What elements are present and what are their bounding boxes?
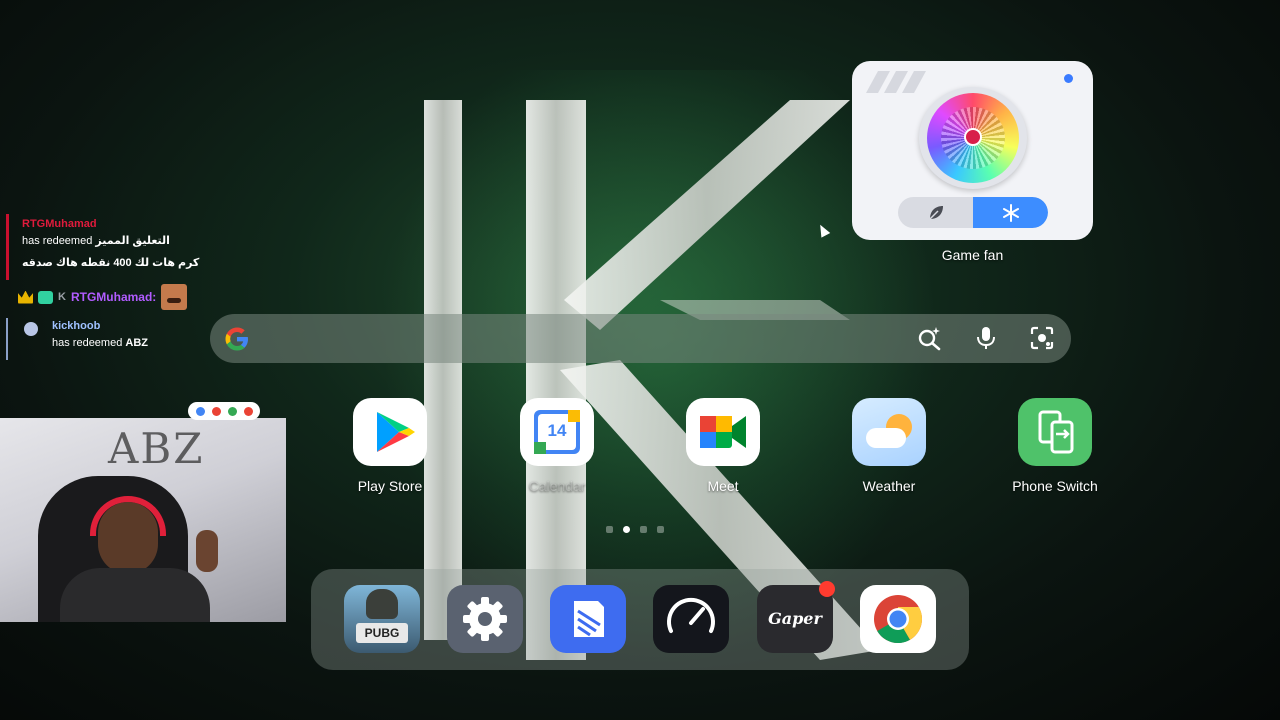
ai-search-icon[interactable] bbox=[917, 325, 943, 351]
widget-label: Game fan bbox=[941, 247, 1004, 263]
chat-text: has redeemed ABZ bbox=[52, 337, 148, 349]
calendar-date: 14 bbox=[547, 421, 567, 440]
app-play-store[interactable]: Play Store bbox=[335, 398, 445, 494]
app-label: Phone Switch bbox=[1012, 478, 1098, 494]
wall-text: ABZ bbox=[108, 424, 205, 473]
meet-icon bbox=[686, 398, 760, 466]
chat-text: كرم هات لك 400 نقطه هاك صدقه bbox=[22, 257, 200, 269]
dock: PUBG Gaper bbox=[311, 569, 969, 670]
leaf-icon bbox=[928, 205, 943, 220]
google-search-bar[interactable] bbox=[210, 314, 1071, 363]
dock-app-files[interactable] bbox=[550, 585, 626, 653]
gear-icon bbox=[463, 597, 507, 641]
page-dot bbox=[640, 526, 647, 533]
game-fan-widget[interactable] bbox=[852, 61, 1093, 240]
files-icon bbox=[574, 601, 604, 637]
app-label: Meet bbox=[707, 478, 739, 494]
chrome-icon bbox=[874, 595, 922, 644]
app-calendar[interactable]: 14 Calendar bbox=[502, 398, 612, 494]
app-label: Play Store bbox=[357, 478, 423, 494]
snowflake-icon bbox=[1002, 203, 1019, 222]
pubg-badge: PUBG bbox=[356, 623, 408, 643]
chat-message: K RTGMuhamad: bbox=[0, 284, 210, 310]
play-store-icon bbox=[353, 398, 427, 466]
status-dot bbox=[1064, 74, 1073, 83]
app-meet[interactable]: Meet bbox=[668, 398, 778, 494]
speedometer-icon bbox=[667, 597, 715, 633]
page-dot-active bbox=[623, 526, 630, 533]
pubg-soldier bbox=[366, 589, 398, 619]
page-indicator bbox=[606, 526, 664, 533]
dock-app-gaper[interactable]: Gaper bbox=[757, 581, 835, 653]
chat-user-initial: K bbox=[58, 291, 66, 303]
gaper-logo: Gaper bbox=[768, 609, 822, 628]
app-label: Weather bbox=[862, 478, 916, 494]
app-label: Calendar bbox=[528, 478, 586, 494]
chat-username: RTGMuhamad bbox=[22, 218, 97, 230]
fan-mode-cool[interactable] bbox=[973, 197, 1048, 228]
stripes-decoration bbox=[866, 71, 926, 93]
stream-chat: RTGMuhamad has redeemed التعليق المميز ك… bbox=[0, 214, 210, 364]
youtube-icon bbox=[243, 406, 253, 416]
chat-message: RTGMuhamad has redeemed التعليق المميز ك… bbox=[0, 214, 210, 280]
chat-text: has redeemed التعليق المميز bbox=[22, 235, 170, 247]
fan-icon bbox=[919, 87, 1027, 189]
streamer-body bbox=[60, 568, 210, 622]
page-dot bbox=[657, 526, 664, 533]
webcam-feed: ABZ bbox=[0, 418, 286, 622]
fan-mode-quiet[interactable] bbox=[898, 197, 973, 228]
dock-app-chrome[interactable] bbox=[860, 585, 936, 653]
chat-message: kickhoob has redeemed ABZ bbox=[0, 318, 210, 360]
dock-app-speedtest[interactable] bbox=[653, 585, 729, 653]
dock-app-pubg[interactable]: PUBG bbox=[344, 585, 420, 653]
chat-avatar-icon bbox=[24, 322, 38, 336]
maps-icon bbox=[227, 406, 237, 416]
phone-switch-icon bbox=[1018, 398, 1092, 466]
chat-username: RTGMuhamad: bbox=[70, 290, 157, 304]
app-phone-switch[interactable]: Phone Switch bbox=[1000, 398, 1110, 494]
sub-badge-icon bbox=[38, 290, 53, 304]
dock-app-settings[interactable] bbox=[447, 585, 523, 653]
microphone-icon[interactable] bbox=[973, 325, 999, 351]
crown-badge-icon bbox=[18, 290, 33, 304]
google-g-icon bbox=[225, 327, 248, 351]
google-apps-pill bbox=[188, 402, 260, 420]
calendar-icon: 14 bbox=[520, 398, 594, 466]
notification-badge bbox=[819, 581, 835, 597]
gmail-icon bbox=[211, 406, 221, 416]
page-dot bbox=[606, 526, 613, 533]
app-weather[interactable]: Weather bbox=[834, 398, 944, 494]
chat-username: kickhoob bbox=[52, 320, 101, 332]
lens-icon[interactable] bbox=[1029, 325, 1055, 351]
google-icon bbox=[195, 406, 205, 416]
streamer-hand bbox=[196, 530, 218, 572]
fan-hub bbox=[964, 128, 982, 146]
weather-icon bbox=[852, 398, 926, 466]
emote-icon bbox=[161, 284, 188, 310]
fan-mode-toggle[interactable] bbox=[898, 197, 1048, 228]
